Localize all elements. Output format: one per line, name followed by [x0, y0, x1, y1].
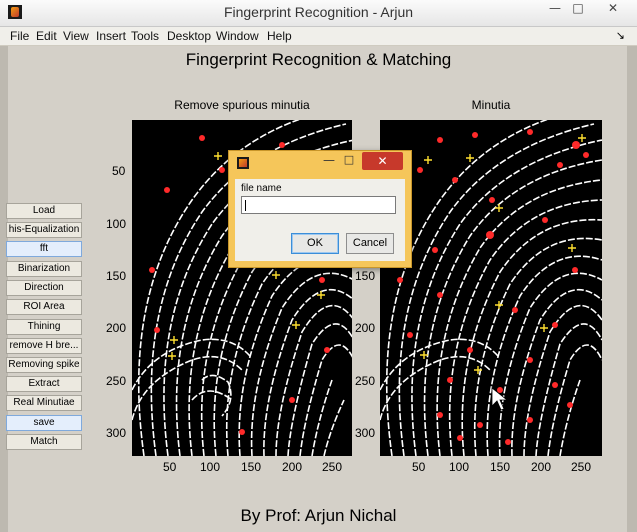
right-ytick: 300 [355, 426, 376, 440]
menu-view[interactable]: View [63, 29, 89, 43]
right-ytick: 150 [355, 269, 376, 283]
menu-insert[interactable]: Insert [96, 29, 126, 43]
left-xtick: 50 [163, 460, 177, 474]
roi-area-button[interactable]: ROI Area [6, 299, 82, 315]
dialog-minimize-button[interactable]: — [321, 153, 337, 169]
title-bar: Fingerprint Recognition - Arjun — □ ✕ [0, 0, 637, 27]
file-name-label: file name [241, 183, 282, 194]
dialog-close-button[interactable]: ✕ [362, 152, 403, 170]
close-button[interactable]: ✕ [595, 0, 631, 18]
real-minutiae-button[interactable]: Real Minutiae [6, 395, 82, 411]
menu-bar: File Edit View Insert Tools Desktop Wind… [0, 27, 637, 46]
binarization-button[interactable]: Binarization [6, 261, 82, 277]
right-xtick: 150 [490, 460, 511, 474]
right-xtick: 100 [449, 460, 470, 474]
thining-button[interactable]: Thining [6, 319, 82, 335]
left-xtick: 150 [241, 460, 262, 474]
maximize-button[interactable]: □ [568, 0, 588, 18]
dock-arrow-icon[interactable]: ↘ [616, 29, 625, 42]
file-name-dialog: — □ ✕ file name OK Cancel [228, 150, 412, 268]
left-xtick: 100 [200, 460, 221, 474]
direction-button[interactable]: Direction [6, 280, 82, 296]
left-xtick: 250 [322, 460, 343, 474]
left-ytick: 100 [106, 217, 127, 231]
right-xtick: 50 [412, 460, 426, 474]
right-ytick: 200 [355, 321, 376, 335]
left-ytick: 50 [112, 164, 126, 178]
window-title: Fingerprint Recognition - Arjun [223, 4, 414, 20]
remove-h-break-button[interactable]: remove H bre... [6, 338, 82, 354]
fft-button[interactable]: fft [6, 241, 82, 257]
menu-window[interactable]: Window [216, 29, 259, 43]
right-ytick: 250 [355, 374, 376, 388]
left-axes-title: Remove spurious minutia [174, 98, 310, 112]
minimize-button[interactable]: — [545, 0, 565, 18]
ok-button[interactable]: OK [291, 233, 339, 254]
cancel-button[interactable]: Cancel [346, 233, 394, 254]
left-ytick: 300 [106, 426, 127, 440]
matlab-figure-icon [237, 157, 249, 169]
load-button[interactable]: Load [6, 203, 82, 219]
extract-button[interactable]: Extract [6, 376, 82, 392]
right-axes-title: Minutia [471, 98, 511, 112]
save-button[interactable]: save [6, 415, 82, 431]
menu-tools[interactable]: Tools [131, 29, 159, 43]
author-footer: By Prof: Arjun Nichal [240, 506, 397, 525]
removing-spike-button[interactable]: Removing spike [6, 357, 82, 373]
match-button[interactable]: Match [6, 434, 82, 450]
right-xtick: 250 [571, 460, 592, 474]
menu-help[interactable]: Help [267, 29, 292, 43]
menu-edit[interactable]: Edit [36, 29, 57, 43]
text-caret [245, 200, 246, 211]
left-ytick: 150 [106, 269, 127, 283]
left-ytick: 200 [106, 321, 127, 335]
file-name-input[interactable] [241, 196, 396, 214]
right-xtick: 200 [531, 460, 552, 474]
menu-desktop[interactable]: Desktop [167, 29, 211, 43]
page-title: Fingerprint Recognition & Matching [185, 50, 452, 69]
dialog-maximize-button[interactable]: □ [341, 153, 357, 169]
menu-file[interactable]: File [10, 29, 29, 43]
his-equalization-button[interactable]: his-Equalization [6, 222, 82, 238]
dialog-body: file name OK Cancel [235, 179, 405, 261]
left-ytick: 250 [106, 374, 127, 388]
fingerprint-image-right [380, 120, 602, 456]
left-xtick: 200 [282, 460, 303, 474]
